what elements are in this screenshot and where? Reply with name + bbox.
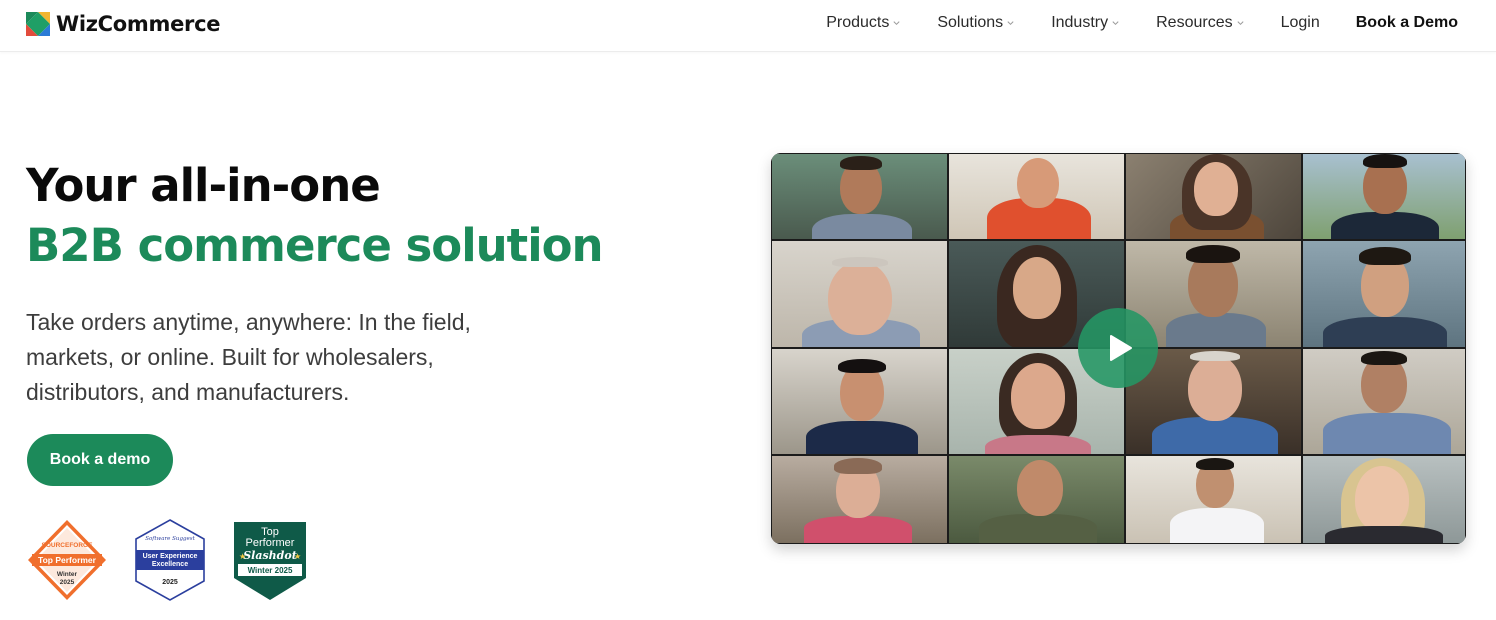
hero-subtitle-line1: Take orders anytime, anywhere: In the fi… xyxy=(26,309,471,335)
video-tile xyxy=(948,455,1125,544)
sourceforge-badge-period: Winter xyxy=(57,571,78,578)
sourceforge-badge-title: Top Performer xyxy=(38,555,97,565)
sourceforge-badge-year: 2025 xyxy=(60,579,75,586)
chevron-down-icon xyxy=(1112,20,1119,25)
softwaresuggest-badge: Software Suggest User Experience Excelle… xyxy=(132,518,208,602)
main-nav: Products Solutions Industry Resources Lo… xyxy=(790,14,1458,32)
nav-book-demo[interactable]: Book a Demo xyxy=(1356,14,1458,32)
chevron-down-icon xyxy=(1237,20,1244,25)
video-tile xyxy=(771,455,948,544)
nav-solutions-label: Solutions xyxy=(937,14,1004,31)
nav-industry[interactable]: Industry xyxy=(1051,14,1120,32)
video-tile xyxy=(771,240,948,348)
hero-subtitle-line2: markets, or online. Built for wholesaler… xyxy=(26,344,434,370)
hero-title-line1: Your all-in-one xyxy=(26,159,381,212)
chevron-down-icon xyxy=(1007,20,1014,25)
video-tile xyxy=(1302,153,1466,240)
video-tile xyxy=(771,153,948,240)
site-header: WizCommerce Products Solutions Industry … xyxy=(0,0,1496,52)
nav-login[interactable]: Login xyxy=(1281,14,1320,32)
video-tile xyxy=(771,348,948,455)
slashdot-badge-source: Slashdot xyxy=(243,549,297,562)
nav-resources-label: Resources xyxy=(1156,14,1233,31)
video-tile xyxy=(948,153,1125,240)
brand-name: WizCommerce xyxy=(56,12,221,36)
video-tile xyxy=(1302,240,1466,348)
logo-mark-icon xyxy=(26,12,50,36)
hero-title-line2: B2B commerce solution xyxy=(26,219,604,272)
slashdot-badge-period: Winter 2025 xyxy=(248,566,293,575)
softwaresuggest-badge-year: 2025 xyxy=(162,579,178,586)
nav-products[interactable]: Products xyxy=(826,14,901,32)
sourceforge-badge-source: SOURCEFORGE xyxy=(42,542,94,549)
sourceforge-badge: SOURCEFORGE Top Performer Winter 2025 xyxy=(26,518,108,602)
softwaresuggest-badge-title1: User Experience xyxy=(143,553,198,560)
video-tile xyxy=(1302,348,1466,455)
hero-title: Your all-in-one B2B commerce solution xyxy=(26,158,604,278)
brand-logo[interactable]: WizCommerce xyxy=(26,12,220,36)
testimonial-video[interactable] xyxy=(771,153,1466,544)
star-icon: ★ xyxy=(239,552,246,561)
book-demo-button[interactable]: Book a demo xyxy=(27,434,173,486)
nav-resources[interactable]: Resources xyxy=(1156,14,1244,32)
softwaresuggest-badge-source: Software Suggest xyxy=(145,536,195,542)
chevron-down-icon xyxy=(893,20,900,25)
slashdot-badge-title2: Performer xyxy=(246,537,295,549)
nav-solutions[interactable]: Solutions xyxy=(937,14,1015,32)
video-tile xyxy=(1302,455,1466,544)
hero-subtitle-line3: distributors, and manufacturers. xyxy=(26,379,350,405)
video-tile xyxy=(1125,153,1302,240)
play-icon xyxy=(1109,335,1132,361)
softwaresuggest-badge-title2: Excellence xyxy=(152,561,188,568)
nav-industry-label: Industry xyxy=(1051,14,1109,31)
slashdot-badge: Top Performer Slashdot ★ ★ Winter 2025 xyxy=(230,518,310,602)
video-tile xyxy=(1125,455,1302,544)
star-icon: ★ xyxy=(294,552,301,561)
video-play-button[interactable] xyxy=(1078,308,1158,388)
nav-products-label: Products xyxy=(826,14,890,31)
hero-subtitle: Take orders anytime, anywhere: In the fi… xyxy=(26,305,526,410)
